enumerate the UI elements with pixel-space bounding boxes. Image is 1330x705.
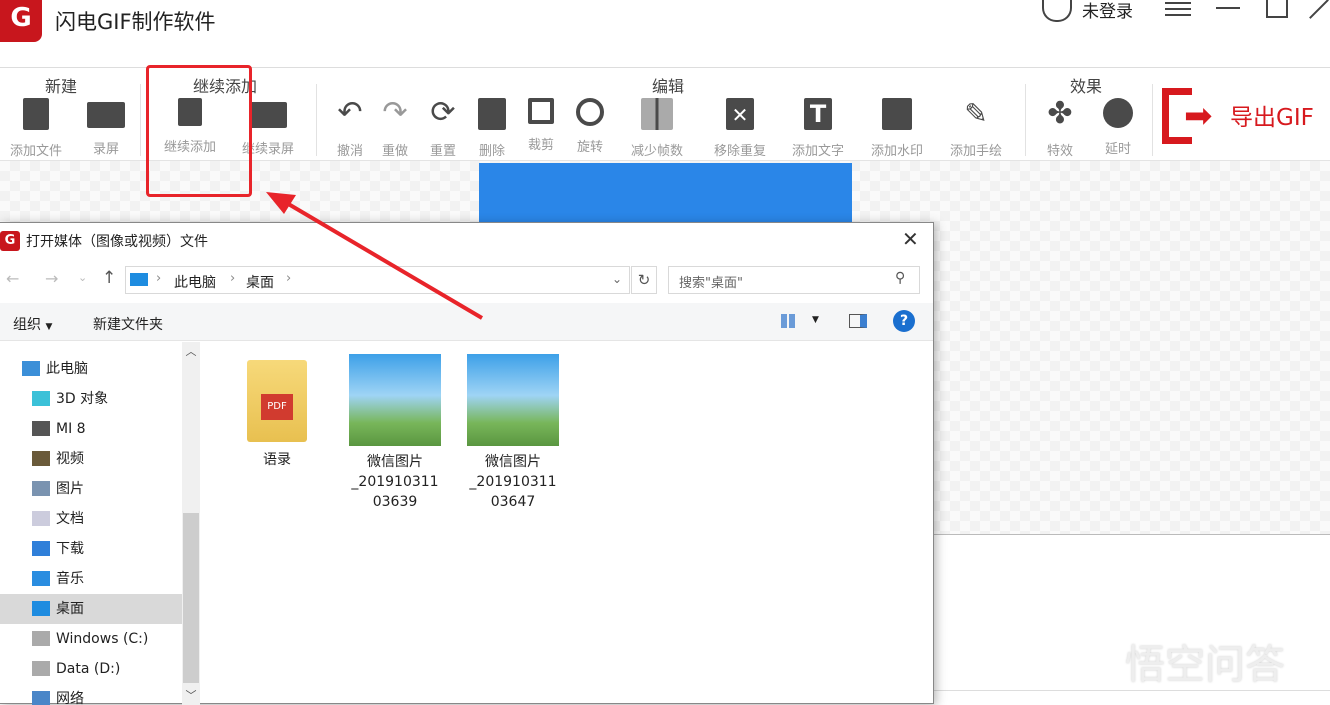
annotation-arrow <box>266 192 484 320</box>
